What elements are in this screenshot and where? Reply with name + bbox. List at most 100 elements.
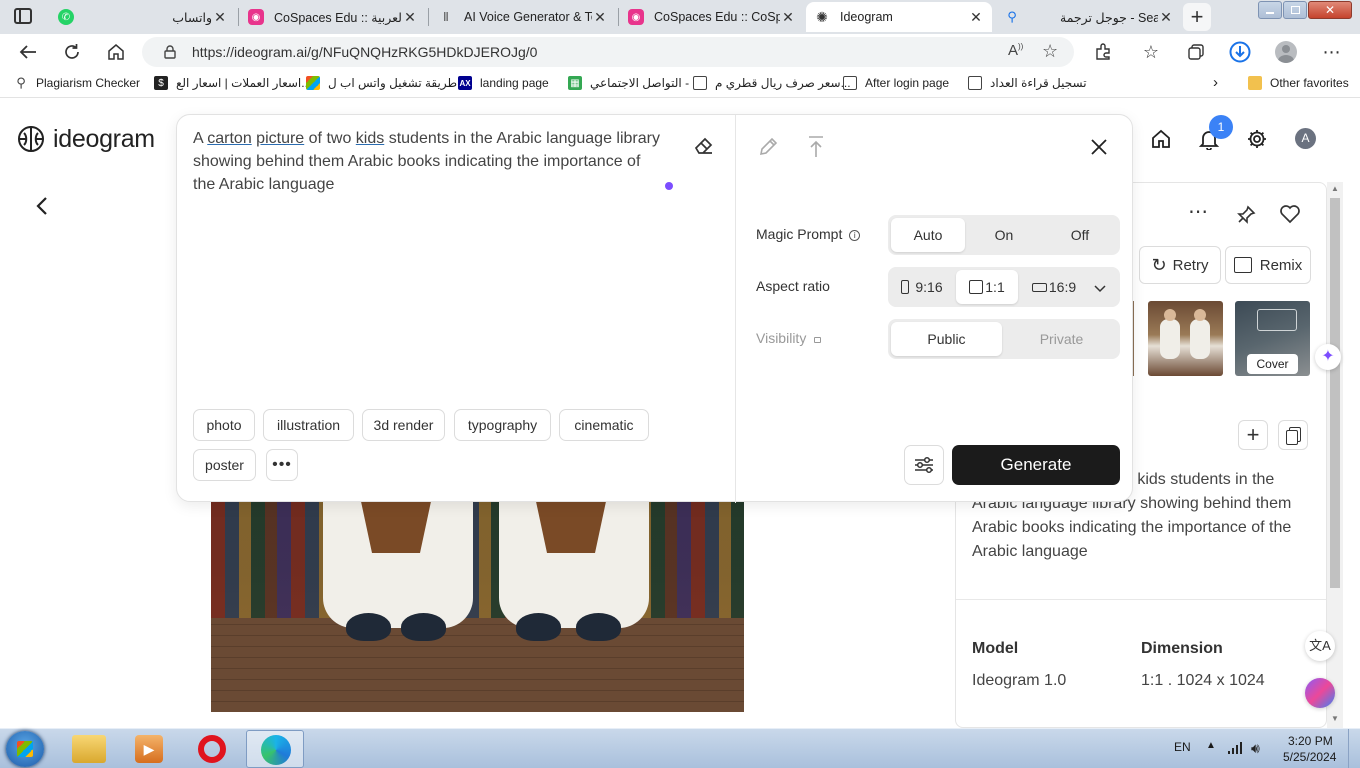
magic-prompt-auto[interactable]: Auto xyxy=(891,218,965,252)
lock-icon[interactable] xyxy=(164,45,176,64)
bookmark-currency-prices[interactable]: $ اسعار العملات | اسعار الع... xyxy=(154,76,311,90)
more-styles-button[interactable]: ••• xyxy=(266,449,298,481)
clock-date[interactable]: 5/25/2024 xyxy=(1283,750,1336,764)
user-avatar[interactable]: A xyxy=(1295,128,1316,149)
show-hidden-icons[interactable]: ▲ xyxy=(1206,740,1216,751)
network-icon[interactable] xyxy=(1227,741,1243,760)
close-tab-icon[interactable]: ✕ xyxy=(968,9,984,26)
aspect-ratio-9-16[interactable]: 9:16 xyxy=(891,270,953,304)
close-tab-icon[interactable]: ✕ xyxy=(402,9,418,26)
bookmark-plagiarism-checker[interactable]: ⚲ Plagiarism Checker xyxy=(14,75,140,90)
tab-actions-icon[interactable] xyxy=(14,8,32,24)
visibility-private[interactable]: Private xyxy=(1006,322,1117,356)
prompt-textarea[interactable]: A carton picture of two kids students in… xyxy=(193,127,683,196)
brain-extension-icon[interactable] xyxy=(1305,678,1335,708)
folder-icon xyxy=(1248,76,1262,90)
tab-cospaces[interactable]: ◉ CoSpaces Edu :: CoSpac ✕ xyxy=(620,2,804,32)
back-button[interactable] xyxy=(16,40,40,64)
bookmark-after-login-page[interactable]: After login page xyxy=(843,76,949,90)
restore-button[interactable] xyxy=(1283,1,1307,19)
bookmark-qatari-riyal[interactable]: سعر صرف ريال قطري م... xyxy=(693,76,851,90)
new-tab-button[interactable]: + xyxy=(1183,3,1211,31)
edge-taskbar-button[interactable] xyxy=(246,730,304,768)
aspect-ratio-selector: 9:16 1:1 16:9 xyxy=(888,267,1120,307)
add-icon[interactable]: + xyxy=(1238,420,1268,450)
settings-gear-icon[interactable] xyxy=(1246,128,1268,155)
info-icon[interactable]: i xyxy=(849,230,861,241)
style-chip-illustration[interactable]: illustration xyxy=(263,409,354,441)
close-tab-icon[interactable]: ✕ xyxy=(1158,9,1174,26)
magic-prompt-off[interactable]: Off xyxy=(1043,218,1117,252)
home-button[interactable] xyxy=(104,40,128,64)
profile-avatar[interactable] xyxy=(1274,40,1298,64)
aspect-ratio-1-1[interactable]: 1:1 xyxy=(956,270,1018,304)
refresh-button[interactable] xyxy=(60,40,84,64)
style-chip-cinematic[interactable]: cinematic xyxy=(559,409,649,441)
minimize-button[interactable] xyxy=(1258,1,1282,19)
settings-more-icon[interactable]: ⋯ xyxy=(1320,40,1344,64)
add-favorite-icon[interactable]: ☆ xyxy=(1042,41,1058,62)
generated-image[interactable] xyxy=(211,478,744,712)
bookmarks-overflow-chevron[interactable]: › xyxy=(1213,74,1218,91)
edit-pencil-icon[interactable] xyxy=(757,136,779,163)
downloads-icon[interactable] xyxy=(1228,40,1252,64)
favorites-icon[interactable]: ☆ xyxy=(1139,40,1163,64)
opera-icon[interactable] xyxy=(198,735,226,763)
tab-whatsapp[interactable]: ✆ واتساب ✕ xyxy=(50,2,236,32)
language-indicator[interactable]: EN xyxy=(1174,740,1191,754)
more-options-icon[interactable]: ⋯ xyxy=(1188,199,1208,224)
translate-icon[interactable]: 文A xyxy=(1305,631,1335,661)
copy-prompt-icon[interactable] xyxy=(1278,420,1308,450)
generate-button[interactable]: Generate xyxy=(952,445,1120,485)
ideogram-logo[interactable]: ideogram xyxy=(16,124,155,154)
back-chevron-icon[interactable] xyxy=(34,196,50,221)
visibility-public[interactable]: Public xyxy=(891,322,1002,356)
style-chip-photo[interactable]: photo xyxy=(193,409,255,441)
clock-time[interactable]: 3:20 PM xyxy=(1288,734,1333,748)
aspect-ratio-16-9[interactable]: 16:9 xyxy=(1022,270,1086,304)
media-player-icon[interactable]: ▶ xyxy=(135,735,163,763)
chevron-down-icon[interactable] xyxy=(1094,280,1106,298)
bookmark-meter-reading[interactable]: تسجيل قراءة العداد xyxy=(968,76,1087,90)
style-chip-3d-render[interactable]: 3d render xyxy=(362,409,445,441)
browser-toolbar: https://ideogram.ai/g/NFuQNQHzRKG5HDkDJE… xyxy=(0,34,1360,70)
bookmark-landing-page[interactable]: AX landing page xyxy=(458,76,549,90)
home-icon[interactable] xyxy=(1150,128,1172,155)
volume-icon[interactable]: 🔊︎ xyxy=(1251,740,1260,757)
extensions-icon[interactable] xyxy=(1091,40,1115,64)
collections-icon[interactable] xyxy=(1184,40,1208,64)
remix-button[interactable]: Remix xyxy=(1225,246,1311,284)
address-bar[interactable]: https://ideogram.ai/g/NFuQNQHzRKG5HDkDJE… xyxy=(142,37,1074,67)
sparkle-assistant-icon[interactable]: ✦ xyxy=(1315,344,1341,370)
thumbnail-cover[interactable]: Cover xyxy=(1235,301,1310,376)
tab-ai-voice-generator[interactable]: Ⅱ AI Voice Generator & Te ✕ xyxy=(430,2,616,32)
close-tab-icon[interactable]: ✕ xyxy=(592,9,608,26)
show-desktop-button[interactable] xyxy=(1348,729,1360,768)
bookmark-other-favorites[interactable]: Other favorites xyxy=(1248,76,1349,90)
bookmark-whatsapp-guide[interactable]: طريقة تشغيل واتس اب ل... xyxy=(306,76,467,90)
close-panel-icon[interactable] xyxy=(1089,137,1109,162)
start-button[interactable] xyxy=(6,731,44,767)
magic-prompt-on[interactable]: On xyxy=(967,218,1041,252)
page-icon xyxy=(843,76,857,90)
bookmark-social-media[interactable]: ▦ التواصل الاجتماعي - xyxy=(568,76,689,90)
style-chip-typography[interactable]: typography xyxy=(454,409,551,441)
close-tab-icon[interactable]: ✕ xyxy=(212,9,228,26)
pin-icon[interactable] xyxy=(1236,205,1256,230)
thumbnail-1[interactable] xyxy=(1148,301,1223,376)
close-window-button[interactable]: ✕ xyxy=(1308,1,1352,19)
eraser-icon[interactable] xyxy=(693,135,715,162)
close-tab-icon[interactable]: ✕ xyxy=(780,9,796,26)
upload-icon[interactable] xyxy=(806,135,826,164)
advanced-settings-button[interactable] xyxy=(904,445,944,485)
read-aloud-icon[interactable]: A)) xyxy=(1008,42,1023,59)
portrait-icon xyxy=(901,280,910,294)
tab-google-translate-search[interactable]: ⚲ جوجل ترجمة - Search ✕ xyxy=(996,2,1182,32)
tab-ideogram[interactable]: ✺ Ideogram ✕ xyxy=(806,2,992,32)
visibility-label: Visibility xyxy=(756,330,822,346)
like-heart-icon[interactable] xyxy=(1279,204,1301,229)
file-explorer-icon[interactable] xyxy=(72,735,106,763)
retry-button[interactable]: ↻ Retry xyxy=(1139,246,1221,284)
tab-cospaces-arabic[interactable]: ◉ CoSpaces Edu :: العربية ✕ xyxy=(240,2,426,32)
style-chip-poster[interactable]: poster xyxy=(193,449,256,481)
